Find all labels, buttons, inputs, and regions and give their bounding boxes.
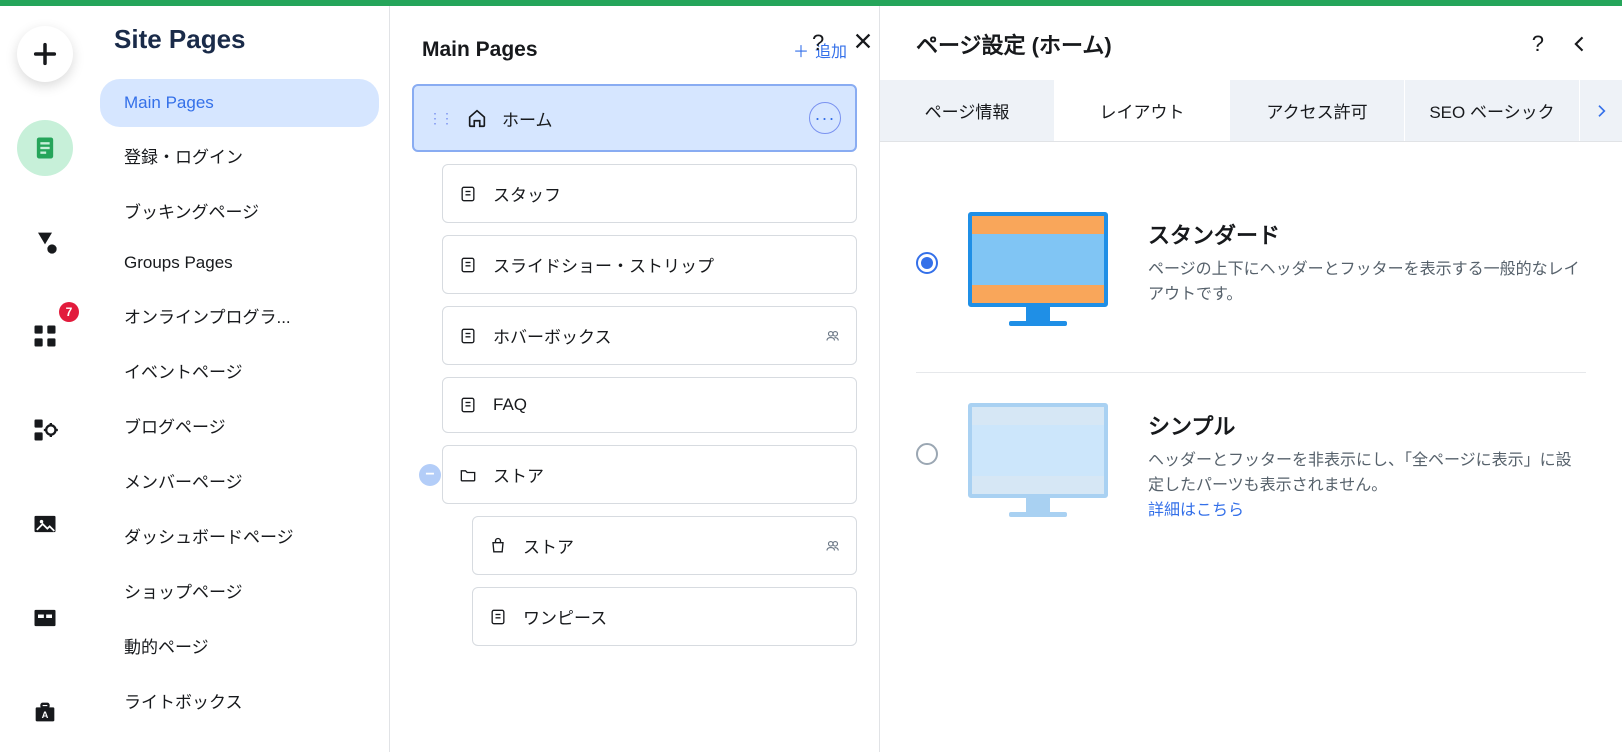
more-button[interactable]: ··· <box>809 102 841 134</box>
page-item-onepiece[interactable]: ワンピース <box>472 587 857 646</box>
category-item-6[interactable]: ブログページ <box>100 399 379 452</box>
help-button[interactable]: ? <box>1532 31 1544 57</box>
plus-icon: ＋ <box>793 38 809 62</box>
layout-desc: ヘッダーとフッターを非表示にし、「全ページに表示」に設定したパーツも表示されませ… <box>1148 449 1586 523</box>
svg-text:A: A <box>42 710 49 720</box>
page-label: FAQ <box>493 395 842 415</box>
design-button[interactable] <box>17 214 73 270</box>
page-item-slideshow[interactable]: スライドショー・ストリップ <box>442 235 857 294</box>
category-item-7[interactable]: メンバーページ <box>100 454 379 507</box>
media-button[interactable] <box>17 496 73 552</box>
close-button[interactable] <box>852 30 874 56</box>
category-item-0[interactable]: Main Pages <box>100 79 379 127</box>
category-item-3[interactable]: Groups Pages <box>100 239 379 287</box>
category-item-4[interactable]: オンラインプログラ... <box>100 289 379 342</box>
add-button[interactable] <box>17 26 73 82</box>
page-item-hoverbox[interactable]: ホバーボックス <box>442 306 857 365</box>
page-item-store-folder[interactable]: − ストア <box>442 445 857 504</box>
page-item-store[interactable]: ストア <box>472 516 857 575</box>
page-item-staff[interactable]: スタッフ <box>442 164 857 223</box>
page-item-home[interactable]: ⋮⋮ ホーム ··· <box>412 84 857 152</box>
layout-preview-simple <box>968 403 1118 517</box>
category-panel: Site Pages Main Pages登録・ログインブッキングページGrou… <box>90 6 390 752</box>
radio-standard[interactable] <box>916 252 938 274</box>
page-label: ワンピース <box>523 604 842 629</box>
category-item-10[interactable]: 動的ページ <box>100 619 379 672</box>
page-label: ストア <box>523 533 810 558</box>
page-icon <box>31 134 59 162</box>
layout-option-simple[interactable]: シンプル ヘッダーとフッターを非表示にし、「全ページに表示」に設定したパーツも表… <box>916 373 1586 569</box>
page-label: ホーム <box>502 106 795 131</box>
layout-name: シンプル <box>1148 409 1586 441</box>
tab-layout[interactable]: レイアウト <box>1055 80 1230 141</box>
tabs-scroll-right[interactable] <box>1580 80 1622 141</box>
plus-icon <box>31 40 59 68</box>
back-button[interactable] <box>1570 34 1590 54</box>
category-item-8[interactable]: ダッシュボードページ <box>100 509 379 562</box>
page-tree-panel: Main Pages ＋ 追加 ⋮⋮ ホーム ··· スタッフ スライドショー・… <box>390 6 880 752</box>
business-button[interactable]: A <box>17 684 73 740</box>
page-icon <box>457 183 479 205</box>
badge: 7 <box>59 302 79 322</box>
learn-more-link[interactable]: 詳細はこちら <box>1148 502 1244 519</box>
tabs: ページ情報 レイアウト アクセス許可 SEO ベーシック <box>880 80 1622 142</box>
settings-title: ページ設定 (ホーム) <box>916 28 1112 60</box>
bag-icon <box>487 535 509 557</box>
page-icon <box>487 606 509 628</box>
page-icon <box>457 325 479 347</box>
radio-simple[interactable] <box>916 443 938 465</box>
layout-button[interactable] <box>17 590 73 646</box>
tree-title: Main Pages <box>422 38 538 62</box>
page-item-faq[interactable]: FAQ <box>442 377 857 433</box>
members-icon <box>824 327 842 345</box>
tab-page-info[interactable]: ページ情報 <box>880 80 1055 141</box>
page-label: ホバーボックス <box>493 323 810 348</box>
layout-preview-standard <box>968 212 1118 326</box>
apps-button[interactable]: 7 <box>17 308 73 364</box>
page-icon <box>457 394 479 416</box>
pages-button[interactable] <box>17 120 73 176</box>
dev-button[interactable] <box>17 402 73 458</box>
folder-icon <box>457 464 479 486</box>
gear-grid-icon <box>31 416 59 444</box>
layout-desc: ページの上下にヘッダーとフッターを表示する一般的なレイアウトです。 <box>1148 258 1586 308</box>
settings-panel: ページ設定 (ホーム) ? ページ情報 レイアウト アクセス許可 SEO ベーシ… <box>880 6 1622 752</box>
grid-icon <box>31 322 59 350</box>
tab-permissions[interactable]: アクセス許可 <box>1230 80 1405 141</box>
category-item-2[interactable]: ブッキングページ <box>100 184 379 237</box>
page-label: ストア <box>493 462 842 487</box>
page-icon <box>457 254 479 276</box>
left-rail: 7 A <box>0 6 90 752</box>
members-icon <box>824 537 842 555</box>
paint-icon <box>31 228 59 256</box>
image-icon <box>31 510 59 538</box>
home-icon <box>466 107 488 129</box>
category-item-5[interactable]: イベントページ <box>100 344 379 397</box>
category-item-1[interactable]: 登録・ログイン <box>100 129 379 182</box>
category-item-11[interactable]: ライトボックス <box>100 674 379 727</box>
category-item-9[interactable]: ショップページ <box>100 564 379 617</box>
tab-seo[interactable]: SEO ベーシック <box>1405 80 1580 141</box>
layout-name: スタンダード <box>1148 218 1586 250</box>
layout-option-standard[interactable]: スタンダード ページの上下にヘッダーとフッターを表示する一般的なレイアウトです。 <box>916 182 1586 373</box>
briefcase-icon: A <box>31 698 59 726</box>
collapse-button[interactable]: − <box>419 464 441 486</box>
panel-title: Site Pages <box>90 24 389 77</box>
layout-icon <box>31 604 59 632</box>
page-label: スライドショー・ストリップ <box>493 252 842 277</box>
page-label: スタッフ <box>493 181 842 206</box>
help-button[interactable]: ? <box>812 30 824 56</box>
drag-handle-icon[interactable]: ⋮⋮ <box>428 110 452 127</box>
